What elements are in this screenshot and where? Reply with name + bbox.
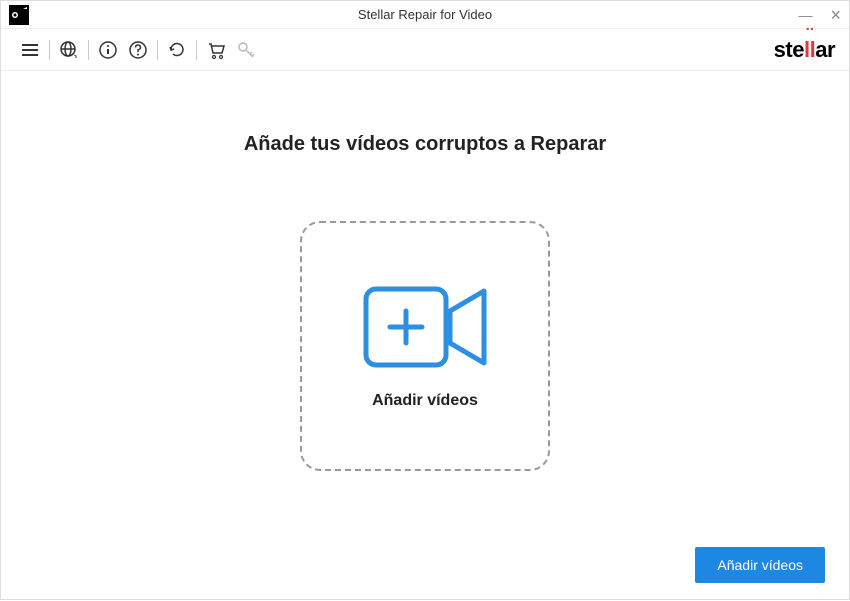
main-content: Añade tus vídeos corruptos a Reparar Aña… bbox=[1, 71, 849, 601]
brand-logo: stellar bbox=[774, 37, 835, 63]
add-videos-dropzone[interactable]: Añadir vídeos bbox=[300, 221, 550, 471]
cart-icon[interactable] bbox=[201, 38, 231, 62]
video-camera-plus-icon bbox=[360, 283, 490, 376]
toolbar-divider bbox=[88, 40, 89, 60]
key-icon[interactable] bbox=[231, 38, 261, 62]
titlebar: Stellar Repair for Video — × bbox=[1, 1, 849, 29]
toolbar: stellar bbox=[1, 29, 849, 71]
app-icon bbox=[9, 5, 29, 25]
add-videos-button[interactable]: Añadir vídeos bbox=[695, 547, 825, 583]
minimize-button[interactable]: — bbox=[798, 8, 812, 22]
dropzone-label: Añadir vídeos bbox=[372, 392, 478, 410]
page-heading: Añade tus vídeos corruptos a Reparar bbox=[244, 133, 606, 156]
window-title: Stellar Repair for Video bbox=[358, 7, 492, 22]
toolbar-divider bbox=[157, 40, 158, 60]
toolbar-divider bbox=[49, 40, 50, 60]
info-icon[interactable] bbox=[93, 38, 123, 62]
toolbar-divider bbox=[196, 40, 197, 60]
close-button[interactable]: × bbox=[830, 6, 841, 24]
help-icon[interactable] bbox=[123, 38, 153, 62]
window-controls: — × bbox=[798, 6, 841, 24]
refresh-icon[interactable] bbox=[162, 38, 192, 62]
toolbar-left bbox=[15, 38, 261, 62]
globe-icon[interactable] bbox=[54, 38, 84, 62]
hamburger-menu-icon[interactable] bbox=[15, 38, 45, 62]
